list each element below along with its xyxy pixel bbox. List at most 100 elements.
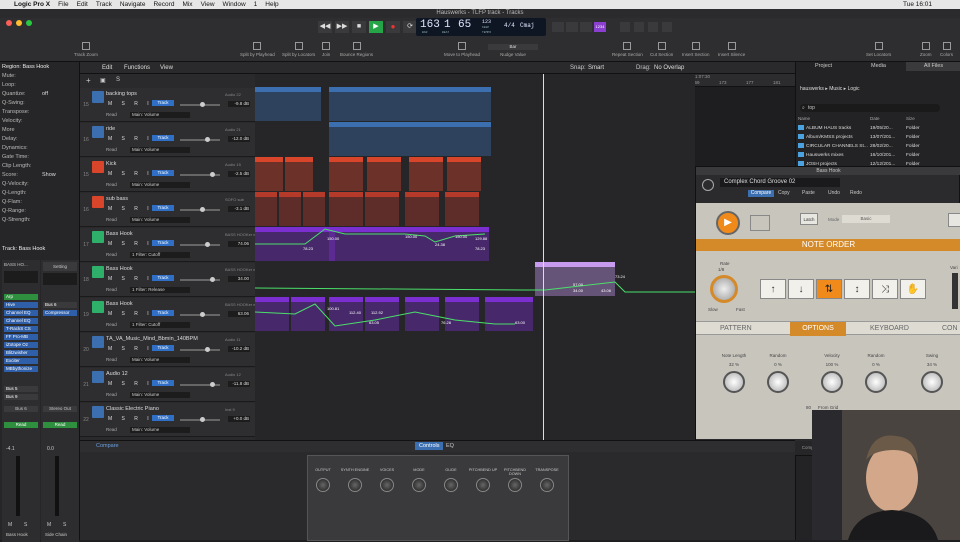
record-button[interactable]: ● bbox=[386, 21, 400, 33]
inspector-row[interactable]: Transpose: bbox=[2, 109, 78, 115]
loops-icon[interactable] bbox=[648, 22, 658, 32]
move-to-playhead-tool[interactable]: Move to Playhead bbox=[444, 42, 480, 57]
tab-keyboard[interactable]: KEYBOARD bbox=[870, 325, 909, 332]
strip-solo-button[interactable]: S bbox=[24, 522, 27, 528]
drag-select[interactable]: No Overlap bbox=[654, 65, 684, 71]
arrange-area[interactable]: backing tops.8 backing tops.8 backing tops… bbox=[255, 74, 695, 440]
view-menu[interactable]: View bbox=[160, 65, 173, 71]
inspector-row[interactable]: Clip Length: bbox=[2, 163, 78, 169]
cpu-badge[interactable]: 1234 bbox=[594, 22, 606, 32]
arp-play-button[interactable]: ▶ bbox=[716, 211, 740, 235]
synth-knob[interactable] bbox=[412, 478, 426, 492]
cut-section-tool[interactable]: Cut Section bbox=[650, 42, 673, 57]
option-knob[interactable] bbox=[723, 371, 745, 393]
order-down-button[interactable]: ↓ bbox=[788, 279, 814, 299]
track-automation-param[interactable]: Main: Volume bbox=[130, 427, 190, 433]
preset-select[interactable]: Complex Chord Groove 02 bbox=[720, 178, 840, 187]
slider-handle[interactable] bbox=[205, 242, 210, 247]
plugin-slot[interactable]: FF Pro-MB bbox=[4, 334, 38, 340]
plugin-compare-button[interactable]: Compare bbox=[748, 190, 774, 197]
tab-options[interactable]: OPTIONS bbox=[790, 322, 846, 336]
list-editors-icon[interactable] bbox=[620, 22, 630, 32]
strip-read[interactable]: Read bbox=[4, 422, 38, 428]
playhead[interactable] bbox=[543, 74, 544, 440]
path-music[interactable]: Music bbox=[829, 86, 842, 92]
automation-release[interactable] bbox=[255, 281, 695, 293]
track-name[interactable]: ride bbox=[106, 126, 115, 132]
track-automation-mode[interactable]: Read bbox=[106, 217, 117, 222]
plugin-slot[interactable]: Blitzwisher bbox=[4, 350, 38, 356]
tab-pattern[interactable]: PATTERN bbox=[720, 325, 752, 332]
track-automation-param[interactable]: Main: Volume bbox=[130, 217, 190, 223]
track-volume-value[interactable]: +0.0 dB bbox=[228, 416, 250, 422]
option-knob[interactable] bbox=[865, 371, 887, 393]
nudge-bar-select[interactable]: Bar bbox=[488, 44, 538, 50]
track-button[interactable]: Track bbox=[152, 345, 174, 351]
track-msri-buttons[interactable]: M S R I bbox=[108, 241, 153, 247]
zoom-tool[interactable]: Zoom bbox=[920, 42, 932, 57]
col-size[interactable]: Size bbox=[906, 116, 915, 121]
synth-knob[interactable] bbox=[540, 478, 554, 492]
track-msri-buttons[interactable]: M S R I bbox=[108, 311, 153, 317]
file-row[interactable]: Album/KMSS projects 13/07/201... Folder bbox=[798, 134, 958, 142]
menu-record[interactable]: Record bbox=[153, 1, 174, 8]
plugin-slot[interactable]: Exciter bbox=[4, 358, 38, 364]
order-up-button[interactable]: ↑ bbox=[760, 279, 786, 299]
file-row[interactable]: CIRCULAR CHANNELS St... 28/02/20... Folder bbox=[798, 143, 958, 151]
plugin-paste-button[interactable]: Paste bbox=[802, 190, 815, 196]
synth-knob[interactable] bbox=[508, 478, 522, 492]
close-window-icon[interactable] bbox=[6, 20, 12, 26]
split-by-locators-tool[interactable]: Split by Locators bbox=[282, 42, 315, 57]
track-volume-slider[interactable] bbox=[180, 172, 220, 177]
slider-handle[interactable] bbox=[205, 137, 210, 142]
track-automation-param[interactable]: 1 Filter: Cutoff bbox=[130, 322, 190, 328]
track-volume-slider[interactable] bbox=[180, 382, 220, 387]
file-row[interactable]: Hauswerks mixes 16/10/201... Folder bbox=[798, 152, 958, 160]
inspector-row[interactable]: Delay: bbox=[2, 136, 78, 142]
track-header[interactable]: Track: Bass Hook bbox=[2, 246, 78, 252]
track-volume-value[interactable]: 34.00 bbox=[228, 276, 250, 282]
note-source-icon[interactable] bbox=[750, 215, 770, 231]
track-msri-buttons[interactable]: M S R I bbox=[108, 206, 153, 212]
settings-button[interactable] bbox=[948, 213, 960, 227]
tab-media[interactable]: Media bbox=[851, 62, 906, 71]
inspector-row[interactable]: Loop: bbox=[2, 82, 78, 88]
track-automation-mode[interactable]: Read bbox=[106, 287, 117, 292]
track-volume-slider[interactable] bbox=[180, 417, 220, 422]
inspector-row-value[interactable]: off bbox=[42, 91, 48, 97]
track-name[interactable]: Bass Hook bbox=[106, 301, 133, 307]
track-volume-slider[interactable] bbox=[180, 312, 220, 317]
track-msri-buttons[interactable]: M S R I bbox=[108, 136, 153, 142]
track-name[interactable]: Bass Hook bbox=[106, 266, 133, 272]
menu-file[interactable]: File bbox=[58, 1, 68, 8]
count-in-icon[interactable] bbox=[566, 22, 578, 32]
track-automation-mode[interactable]: Read bbox=[106, 182, 117, 187]
track-header[interactable]: 22 Classic Electric Piano M S R I Track Inst… bbox=[80, 403, 255, 437]
inspector-row[interactable]: Q-Flam: bbox=[2, 199, 78, 205]
track-volume-value[interactable]: 63.06 bbox=[228, 311, 250, 317]
track-header[interactable]: 18 Bass Hook M S R I Track BASS HOOKer weird… bbox=[80, 263, 263, 297]
browser-icon[interactable] bbox=[662, 22, 672, 32]
track-zoom-tool[interactable]: Track Zoom bbox=[74, 42, 98, 57]
track-msri-buttons[interactable]: M S R I bbox=[108, 101, 153, 107]
slider-handle[interactable] bbox=[200, 102, 205, 107]
track-name[interactable]: Audio 12 bbox=[106, 371, 128, 377]
track-button[interactable]: Track bbox=[152, 170, 174, 176]
plugin-slot[interactable]: T-RackS CS bbox=[4, 326, 38, 332]
menu-view[interactable]: View bbox=[201, 1, 215, 8]
track-volume-slider[interactable] bbox=[180, 207, 220, 212]
edit-menu[interactable]: Edit bbox=[102, 65, 112, 71]
tuner-icon[interactable] bbox=[552, 22, 564, 32]
slider-handle[interactable] bbox=[200, 417, 205, 422]
col-date[interactable]: Date bbox=[870, 116, 880, 121]
strip2-eq-display[interactable] bbox=[43, 273, 77, 285]
add-track-button[interactable]: + bbox=[86, 76, 91, 85]
track-automation-mode[interactable]: Read bbox=[106, 252, 117, 257]
rewind-button[interactable]: ◀◀ bbox=[318, 21, 332, 33]
synth-knob[interactable] bbox=[476, 478, 490, 492]
track-volume-value[interactable]: -2.5 dB bbox=[228, 171, 250, 177]
metronome-icon[interactable] bbox=[580, 22, 592, 32]
inspector-row[interactable]: Velocity: bbox=[2, 118, 78, 124]
plugin-redo-button[interactable]: Redo bbox=[850, 190, 862, 196]
synth-knob[interactable] bbox=[444, 478, 458, 492]
